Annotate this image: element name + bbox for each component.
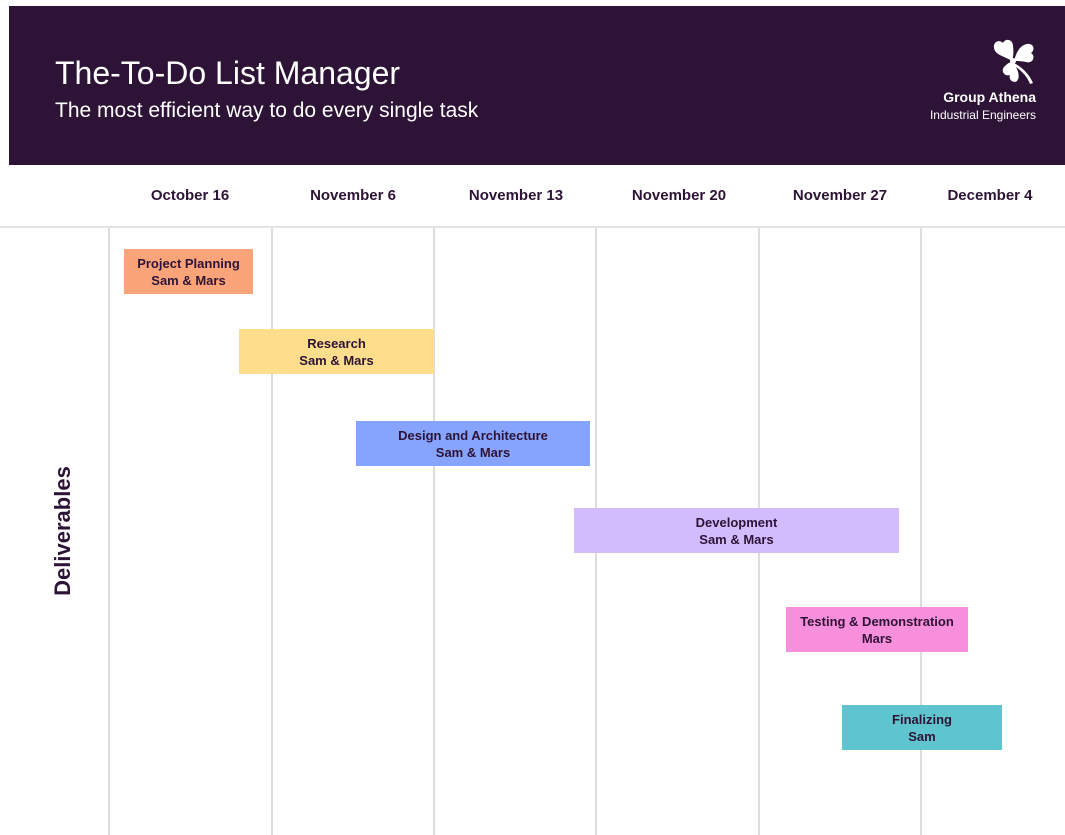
date-label-october-16: October 16 (150, 187, 230, 204)
task-development: Development Sam & Mars (574, 508, 899, 553)
task-research: Research Sam & Mars (239, 329, 434, 374)
date-label-november-6: November 6 (310, 187, 396, 204)
task-owner: Sam & Mars (299, 352, 374, 368)
grid-line (433, 228, 435, 835)
gantt-page: The-To-Do List Manager The most efficien… (0, 0, 1065, 835)
task-name: Finalizing (892, 711, 952, 727)
date-label-december-4: December 4 (947, 187, 1033, 204)
header-banner: The-To-Do List Manager The most efficien… (9, 6, 1065, 165)
date-label-november-20: November 20 (631, 187, 727, 204)
brand-name: Group Athena (943, 89, 1036, 105)
task-testing-and-demonstration: Testing & Demonstration Mars (786, 607, 968, 652)
brand-tagline: Industrial Engineers (929, 108, 1036, 122)
date-label-november-27: November 27 (792, 187, 888, 204)
task-project-planning: Project Planning Sam & Mars (124, 249, 253, 294)
clover-icon (993, 39, 1034, 84)
date-label-november-13: November 13 (468, 187, 564, 204)
task-name: Research (307, 335, 366, 351)
task-name: Development (695, 514, 778, 530)
page-title: The-To-Do List Manager (55, 55, 401, 91)
task-owner: Sam & Mars (151, 272, 226, 288)
task-name: Project Planning (137, 255, 240, 271)
deliverables-label: Deliverables (50, 466, 75, 596)
task-name: Design and Architecture (398, 427, 548, 443)
task-owner: Sam & Mars (699, 531, 774, 547)
task-finalizing: Finalizing Sam (842, 705, 1002, 750)
task-name: Testing & Demonstration (800, 613, 954, 629)
page-subtitle: The most efficient way to do every singl… (55, 99, 479, 122)
task-owner: Sam (908, 728, 936, 744)
grid-line (271, 228, 273, 835)
task-owner: Mars (861, 630, 893, 646)
task-owner: Sam & Mars (435, 444, 511, 460)
grid-line (108, 228, 110, 835)
task-design-and-architecture: Design and Architecture Sam & Mars (356, 421, 590, 466)
